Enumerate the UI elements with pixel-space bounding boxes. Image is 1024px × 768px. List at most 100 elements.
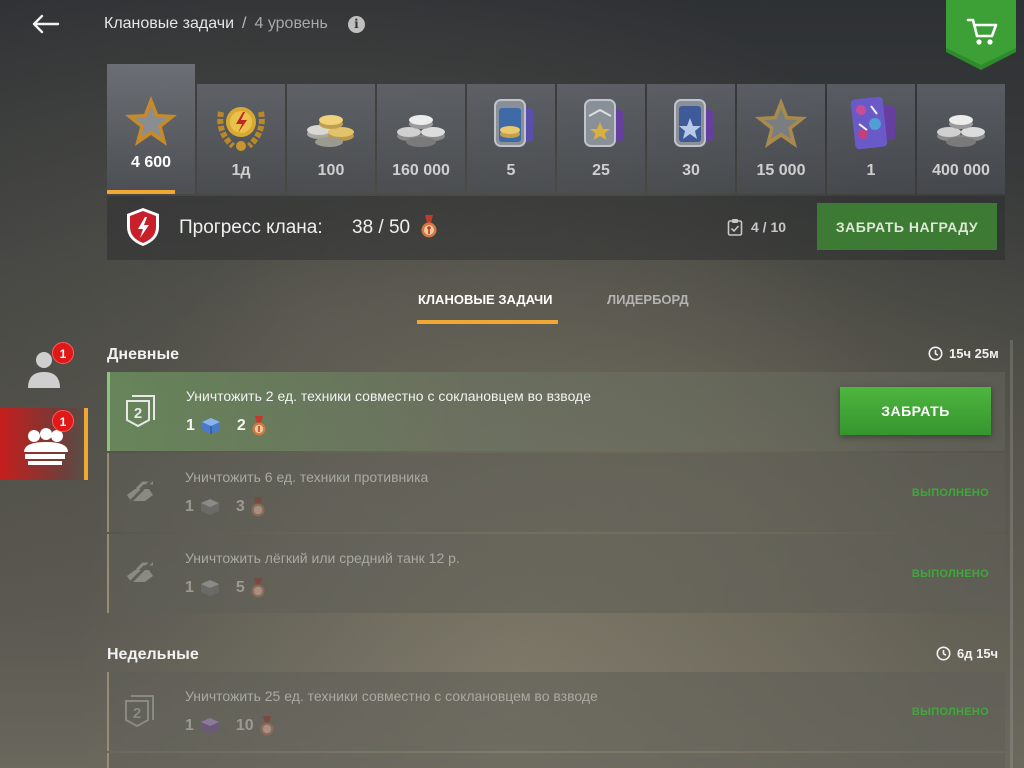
dogtag-coins-icon [494,99,533,147]
notification-badge: 1 [52,410,74,432]
reward-label: 400 000 [932,162,990,179]
blueprint-cube-icon [200,580,219,596]
svg-text:2: 2 [134,405,142,422]
medal-icon [251,497,265,517]
tab-clan-tasks[interactable]: КЛАНОВЫЕ ЗАДАЧИ [418,292,553,307]
reward-slot[interactable]: 160 000 [377,84,465,194]
reward-label: 30 [682,162,700,179]
blueprint-cube-icon [201,418,220,434]
clipboard-check-icon [727,219,743,236]
sidebar: 1 1 [0,330,90,490]
dogtag-blue-star-icon [674,99,713,147]
reward-amount: 2 [236,417,246,434]
blueprint-cube-icon [200,718,219,734]
destroyed-tank-icon [125,477,155,507]
clan-progress-label: Прогресс клана: [179,217,323,238]
reward-label: 1д [231,162,251,179]
reward-slot[interactable]: 1д [197,84,285,194]
reward-slot[interactable]: 5 [467,84,555,194]
notification-badge: 1 [52,342,74,364]
clan-progress-value: 38 / 50 [352,217,410,239]
sidebar-item-profile[interactable]: 1 [18,342,74,396]
reward-track: 4 600 1д 100 160 000 5 25 30 15 000 1 40… [107,64,1005,194]
task-rewards: 1 5 [185,578,265,598]
weekly-section-title: Недельные [107,646,199,663]
reward-label: 1 [866,162,876,179]
reward-label: 160 000 [392,162,450,179]
silver-coins-icon [397,115,445,147]
shop-button[interactable] [946,0,1016,70]
reward-amount: 1 [185,498,194,515]
sidebar-active-indicator [84,408,88,480]
clan-emblem-icon [127,208,159,246]
reward-slot[interactable]: 100 [287,84,375,194]
arrow-left-icon [32,14,60,34]
completed-tasks-value: 4 / 10 [751,219,787,235]
tab-leaderboard[interactable]: ЛИДЕРБОРД [607,292,689,307]
reward-slot[interactable]: 400 000 [917,84,1005,194]
back-button[interactable] [28,8,64,40]
claim-reward-button[interactable]: ЗАБРАТЬ НАГРАДУ [817,203,997,250]
task-status-completed: ВЫПОЛНЕНО [911,706,989,718]
sidebar-item-clan[interactable]: 1 [0,408,88,480]
daily-section-title: Дневные [107,346,180,363]
reward-amount: 1 [185,717,194,734]
clan-progress-separator: / [378,217,384,238]
clan-progress-bar: Прогресс клана: 38 / 50 4 / 10 ЗАБРАТЬ Н… [107,196,1005,260]
blueprint-cube-icon [200,499,219,515]
scrollbar[interactable] [1010,340,1013,768]
page-title: Клановые задачи [104,15,235,32]
daily-timer-value: 15ч 25м [949,346,999,361]
task-row: 2 Уничтожить 2 ед. техники совместно с с… [107,372,1005,451]
reward-amount: 10 [235,717,254,734]
reward-selected-indicator [107,190,175,194]
task-row: Уничтожить 6 ед. техники противника 1 3 … [107,453,1005,532]
medal-icon [260,716,274,736]
task-row [107,753,1005,768]
breadcrumb-separator: / [242,15,247,32]
reward-amount: 1 [185,579,194,596]
task-status-completed: ВЫПОЛНЕНО [911,568,989,580]
reward-slot[interactable]: 15 000 [737,84,825,194]
silver-coins-icon [937,115,985,147]
reward-slot[interactable]: 4 600 [107,64,195,194]
task-row: 2 Уничтожить 25 ед. техники совместно с … [107,672,1005,751]
platoon-2-icon: 2 [126,395,155,428]
task-description: Уничтожить 6 ед. техники противника [185,469,429,485]
destroyed-tank-icon [125,558,155,588]
info-icon[interactable]: i [347,15,365,33]
laurel-emblem-icon [217,107,265,151]
dogtag-star-icon [584,99,623,147]
completed-tasks-counter: 4 / 10 [727,218,786,236]
reward-amount: 1 [186,417,195,434]
task-row: Уничтожить лёгкий или средний танк 12 р.… [107,534,1005,613]
reward-slot[interactable]: 30 [647,84,735,194]
star-icon [755,98,807,148]
task-rewards: 1 2 [186,416,266,436]
weekly-timer: 6д 15ч [936,646,998,661]
reward-amount: 5 [235,579,245,596]
reward-label: 15 000 [756,162,806,179]
reward-slot[interactable]: 1 [827,84,915,194]
task-status-completed: ВЫПОЛНЕНО [911,487,989,499]
reward-amount: 3 [235,498,245,515]
clock-icon [936,646,951,661]
medal-icon [251,578,265,598]
platoon-2-icon: 2 [125,695,154,728]
medal-icon [252,416,266,436]
weekly-timer-value: 6д 15ч [957,646,999,661]
task-rewards: 1 3 [185,497,265,517]
reward-label: 5 [506,162,516,179]
task-description: Уничтожить 25 ед. техники совместно с со… [185,688,598,704]
reward-slot[interactable]: 25 [557,84,645,194]
camo-card-icon [850,96,895,150]
task-description: Уничтожить лёгкий или средний танк 12 р. [185,550,460,566]
daily-timer: 15ч 25м [928,346,999,361]
top-bar: Клановые задачи / 4 уровень i [0,0,1024,70]
clock-icon [928,346,943,361]
claim-button[interactable]: ЗАБРАТЬ [840,387,991,435]
clan-level: 4 уровень [254,15,328,32]
medal-icon [421,215,437,238]
task-description: Уничтожить 2 ед. техники совместно с сок… [186,388,592,404]
svg-text:2: 2 [133,705,141,722]
